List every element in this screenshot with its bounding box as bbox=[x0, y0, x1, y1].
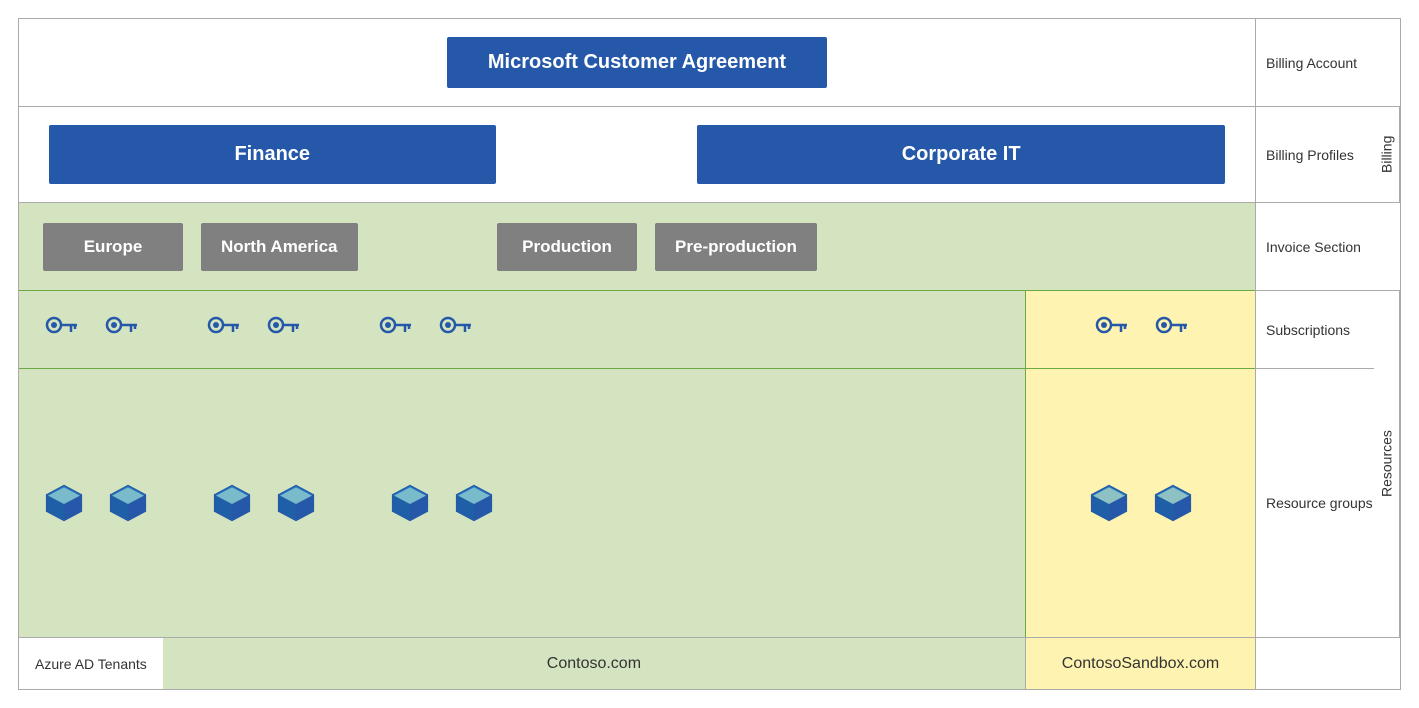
content-area: Microsoft Customer Agreement Finance Cor… bbox=[19, 19, 1255, 689]
mca-box: Microsoft Customer Agreement bbox=[447, 37, 827, 88]
tenants-label: Azure AD Tenants bbox=[19, 656, 163, 672]
billing-account-row-label: Billing Account bbox=[1266, 55, 1357, 71]
diagram-frame: Microsoft Customer Agreement Finance Cor… bbox=[18, 18, 1401, 690]
green-area: Europe North America Production Pre-prod… bbox=[19, 203, 1255, 637]
billing-rotated-label: Billing bbox=[1374, 107, 1400, 202]
key-icon-3 bbox=[205, 312, 241, 348]
finance-label: Finance bbox=[234, 143, 310, 166]
finance-profile-box: Finance bbox=[49, 125, 496, 184]
billing-account-row: Microsoft Customer Agreement bbox=[19, 19, 1255, 107]
billing-profiles-row-label: Billing Profiles bbox=[1266, 147, 1354, 163]
cube-icon-7 bbox=[1088, 482, 1130, 524]
key-icon-7 bbox=[1093, 312, 1129, 348]
production-section-box: Production bbox=[497, 223, 637, 271]
north-america-label: North America bbox=[221, 237, 338, 257]
key-icon-2 bbox=[103, 312, 139, 348]
contoso-tenant-box: Contoso.com bbox=[163, 638, 1025, 689]
cube-icon-3 bbox=[211, 482, 253, 524]
production-label: Production bbox=[522, 237, 612, 257]
tenants-row: Azure AD Tenants Contoso.com ContosoSand… bbox=[19, 637, 1255, 689]
key-icon-1 bbox=[43, 312, 79, 348]
key-icon-4 bbox=[265, 312, 301, 348]
subscriptions-left bbox=[19, 291, 1025, 368]
preprod-label: Pre-production bbox=[675, 237, 797, 257]
cube-icon-2 bbox=[107, 482, 149, 524]
key-icon-8 bbox=[1153, 312, 1189, 348]
cube-icon-5 bbox=[389, 482, 431, 524]
resource-groups-preprod bbox=[1025, 369, 1255, 637]
invoice-sections-row: Europe North America Production Pre-prod… bbox=[19, 203, 1255, 291]
cube-icon-4 bbox=[275, 482, 317, 524]
billing-account-label-cell: Billing Account bbox=[1256, 19, 1400, 107]
billing-profiles-text: Billing Profiles bbox=[1256, 107, 1374, 202]
resource-groups-row-label: Resource groups bbox=[1266, 495, 1373, 511]
resources-vertical-text: Resources bbox=[1379, 431, 1395, 498]
subscriptions-row-label: Subscriptions bbox=[1266, 322, 1350, 338]
contoso-label: Contoso.com bbox=[547, 655, 641, 673]
sub-rg-labels: Subscriptions Resource groups bbox=[1256, 291, 1374, 637]
resource-groups-label-cell: Resource groups bbox=[1256, 369, 1374, 637]
preprod-section-box: Pre-production bbox=[655, 223, 817, 271]
subscriptions-row bbox=[19, 291, 1255, 369]
subscriptions-preprod bbox=[1025, 291, 1255, 368]
diagram-container: Microsoft Customer Agreement Finance Cor… bbox=[0, 0, 1419, 708]
mca-label: Microsoft Customer Agreement bbox=[488, 51, 786, 74]
sandbox-label: ContosoSandbox.com bbox=[1062, 655, 1219, 673]
north-america-section-box: North America bbox=[201, 223, 358, 271]
invoice-section-row-label: Invoice Section bbox=[1266, 239, 1361, 255]
cube-icon-8 bbox=[1152, 482, 1194, 524]
corporate-it-profile-box: Corporate IT bbox=[697, 125, 1225, 184]
tenants-text: Azure AD Tenants bbox=[35, 656, 147, 672]
billing-vertical-text: Billing bbox=[1379, 136, 1395, 173]
key-icon-6 bbox=[437, 312, 473, 348]
billing-profiles-row: Finance Corporate IT bbox=[19, 107, 1255, 203]
corporate-it-label: Corporate IT bbox=[902, 143, 1021, 166]
key-icon-5 bbox=[377, 312, 413, 348]
subscriptions-resources-cell: Subscriptions Resource groups Resources bbox=[1256, 291, 1400, 637]
subscriptions-label-cell: Subscriptions bbox=[1256, 291, 1374, 369]
tenant-row-spacer bbox=[1256, 637, 1400, 689]
content-and-labels: Microsoft Customer Agreement Finance Cor… bbox=[19, 19, 1400, 689]
europe-section-box: Europe bbox=[43, 223, 183, 271]
cube-icon-1 bbox=[43, 482, 85, 524]
invoice-section-label-cell: Invoice Section bbox=[1256, 203, 1400, 291]
sandbox-tenant-box: ContosoSandbox.com bbox=[1025, 638, 1255, 689]
cube-icon-6 bbox=[453, 482, 495, 524]
europe-label: Europe bbox=[84, 237, 143, 257]
resources-rotated-label: Resources bbox=[1374, 291, 1400, 637]
resource-groups-left bbox=[19, 369, 1025, 637]
billing-profiles-label-cell: Billing Profiles Billing bbox=[1256, 107, 1400, 203]
resource-groups-row bbox=[19, 369, 1255, 637]
right-label-col: Billing Account Billing Profiles Billing… bbox=[1255, 19, 1400, 689]
